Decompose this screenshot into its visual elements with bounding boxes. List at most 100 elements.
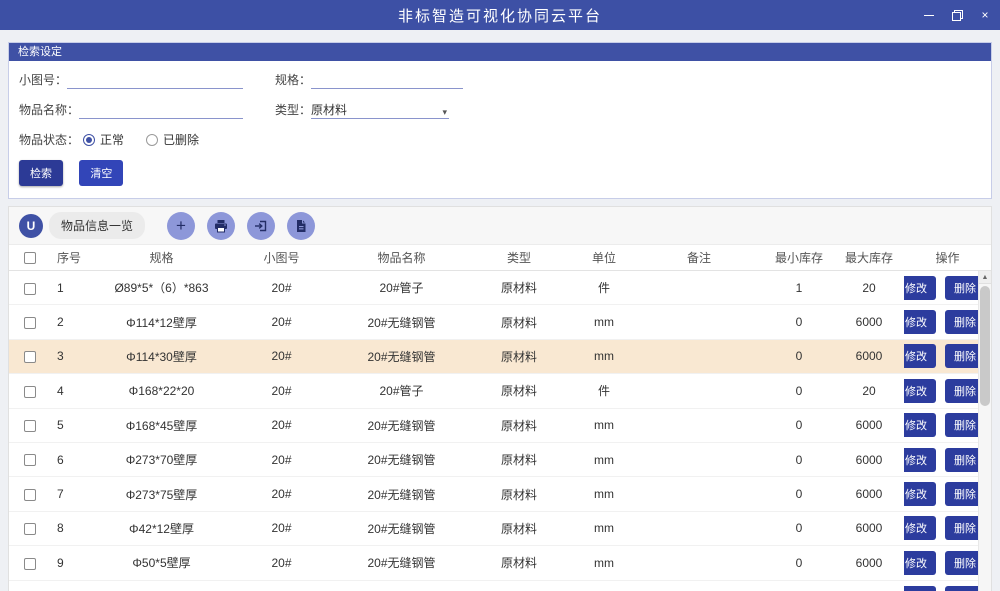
cell-max-stock: 6000 bbox=[834, 418, 904, 432]
table-row: 6 Φ273*70壁厚 20# 20#无缝钢管 原材料 mm 0 6000 修改… bbox=[9, 443, 991, 477]
cell-type: 原材料 bbox=[464, 520, 574, 537]
cell-max-stock: 6000 bbox=[834, 556, 904, 570]
cell-max-stock: 6000 bbox=[834, 315, 904, 329]
column-header: 最大库存 bbox=[834, 249, 904, 266]
row-checkbox[interactable] bbox=[24, 454, 36, 466]
cell-type: 原材料 bbox=[464, 382, 574, 399]
print-button[interactable] bbox=[207, 212, 235, 240]
modify-button[interactable]: 修改 bbox=[904, 551, 936, 575]
status-radio-deleted[interactable]: 已删除 bbox=[146, 131, 199, 148]
row-checkbox[interactable] bbox=[24, 420, 36, 432]
cell-unit: mm bbox=[574, 556, 634, 570]
cell-type: 原材料 bbox=[464, 314, 574, 331]
table-row: 4 Φ168*22*20 20# 20#管子 原材料 件 0 20 修改 删除 bbox=[9, 374, 991, 408]
table-row: 8 Φ42*12壁厚 20# 20#无缝钢管 原材料 mm 0 6000 修改 … bbox=[9, 512, 991, 546]
items-table: 序号规格小图号物品名称类型单位备注最小库存最大库存操作 1 Ø89*5*（6）*… bbox=[9, 245, 991, 591]
row-checkbox[interactable] bbox=[24, 558, 36, 570]
cell-name: 20#无缝钢管 bbox=[339, 451, 464, 468]
modify-button[interactable]: 修改 bbox=[904, 310, 936, 334]
cell-unit: 件 bbox=[574, 279, 634, 296]
cell-no: 5 bbox=[45, 418, 99, 432]
modify-button[interactable]: 修改 bbox=[904, 276, 936, 300]
cell-unit: mm bbox=[574, 418, 634, 432]
cell-name: 20#无缝钢管 bbox=[339, 554, 464, 571]
select-all-checkbox[interactable] bbox=[24, 252, 36, 264]
row-checkbox[interactable] bbox=[24, 523, 36, 535]
cell-unit: mm bbox=[574, 521, 634, 535]
import-button[interactable] bbox=[247, 212, 275, 240]
cell-max-stock: 6000 bbox=[834, 521, 904, 535]
cell-unit: mm bbox=[574, 487, 634, 501]
cell-drawing-no: 20# bbox=[224, 487, 339, 501]
restore-icon[interactable] bbox=[950, 8, 964, 22]
modify-button[interactable]: 修改 bbox=[904, 379, 936, 403]
column-header: 类型 bbox=[464, 249, 574, 266]
type-select[interactable]: 原材料 ▾ bbox=[311, 103, 449, 119]
cell-max-stock: 20 bbox=[834, 384, 904, 398]
modify-button[interactable]: 修改 bbox=[904, 482, 936, 506]
cell-unit: mm bbox=[574, 453, 634, 467]
cell-min-stock: 0 bbox=[764, 556, 834, 570]
row-checkbox[interactable] bbox=[24, 489, 36, 501]
cell-spec: Φ273*75壁厚 bbox=[99, 486, 224, 503]
cell-drawing-no: 20# bbox=[224, 521, 339, 535]
column-header: 单位 bbox=[574, 249, 634, 266]
search-button[interactable]: 检索 bbox=[19, 160, 63, 186]
item-name-label: 物品名称： bbox=[19, 101, 79, 119]
clear-button[interactable]: 清空 bbox=[79, 160, 123, 186]
close-icon[interactable]: × bbox=[978, 8, 992, 22]
window-controls: × bbox=[922, 0, 992, 30]
row-checkbox[interactable] bbox=[24, 283, 36, 295]
cell-unit: mm bbox=[574, 349, 634, 363]
cell-max-stock: 6000 bbox=[834, 453, 904, 467]
row-checkbox[interactable] bbox=[24, 386, 36, 398]
cell-name: 20#管子 bbox=[339, 279, 464, 296]
cell-spec: Φ114*12壁厚 bbox=[99, 314, 224, 331]
radio-selected-icon bbox=[83, 134, 95, 146]
item-name-input[interactable] bbox=[79, 103, 243, 119]
cell-no: 7 bbox=[45, 487, 99, 501]
table-row: 7 Φ273*75壁厚 20# 20#无缝钢管 原材料 mm 0 6000 修改… bbox=[9, 477, 991, 511]
item-status-label: 物品状态： bbox=[19, 131, 79, 148]
modify-button[interactable]: 修改 bbox=[904, 516, 936, 540]
cell-no: 6 bbox=[45, 453, 99, 467]
user-badge: U bbox=[19, 214, 43, 238]
search-panel-header: 检索设定 bbox=[9, 43, 991, 61]
column-header: 操作 bbox=[904, 249, 991, 266]
type-label: 类型： bbox=[275, 101, 311, 119]
row-checkbox[interactable] bbox=[24, 317, 36, 329]
scroll-up-icon[interactable]: ▲ bbox=[979, 271, 991, 284]
import-icon bbox=[254, 219, 268, 233]
scrollbar-thumb[interactable] bbox=[980, 286, 990, 406]
table-row: 5 Φ168*45壁厚 20# 20#无缝钢管 原材料 mm 0 6000 修改… bbox=[9, 409, 991, 443]
file-icon bbox=[294, 219, 308, 233]
minimize-icon[interactable] bbox=[922, 8, 936, 22]
item-list-panel: U 物品信息一览 + bbox=[8, 206, 992, 591]
modify-button[interactable]: 修改 bbox=[904, 344, 936, 368]
cell-max-stock: 6000 bbox=[834, 487, 904, 501]
drawing-no-input[interactable] bbox=[67, 73, 243, 89]
spec-input[interactable] bbox=[311, 73, 463, 89]
status-radio-normal[interactable]: 正常 bbox=[83, 131, 124, 148]
row-checkbox[interactable] bbox=[24, 351, 36, 363]
cell-no: 8 bbox=[45, 521, 99, 535]
modify-button[interactable]: 修改 bbox=[904, 413, 936, 437]
table-row: 2 Φ114*12壁厚 20# 20#无缝钢管 原材料 mm 0 6000 修改… bbox=[9, 305, 991, 339]
add-button[interactable]: + bbox=[167, 212, 195, 240]
cell-drawing-no: 20# bbox=[224, 384, 339, 398]
modify-button[interactable]: 修改 bbox=[904, 586, 936, 591]
cell-min-stock: 0 bbox=[764, 349, 834, 363]
export-file-button[interactable] bbox=[287, 212, 315, 240]
column-header: 规格 bbox=[99, 249, 224, 266]
cell-max-stock: 20 bbox=[834, 281, 904, 295]
cell-name: 20#无缝钢管 bbox=[339, 486, 464, 503]
column-header: 备注 bbox=[634, 249, 764, 266]
cell-name: 20#无缝钢管 bbox=[339, 348, 464, 365]
cell-min-stock: 0 bbox=[764, 384, 834, 398]
column-header: 小图号 bbox=[224, 249, 339, 266]
cell-min-stock: 1 bbox=[764, 281, 834, 295]
modify-button[interactable]: 修改 bbox=[904, 448, 936, 472]
cell-name: 20#无缝钢管 bbox=[339, 417, 464, 434]
cell-drawing-no: 20# bbox=[224, 453, 339, 467]
vertical-scrollbar[interactable]: ▲ ▼ bbox=[978, 271, 991, 591]
